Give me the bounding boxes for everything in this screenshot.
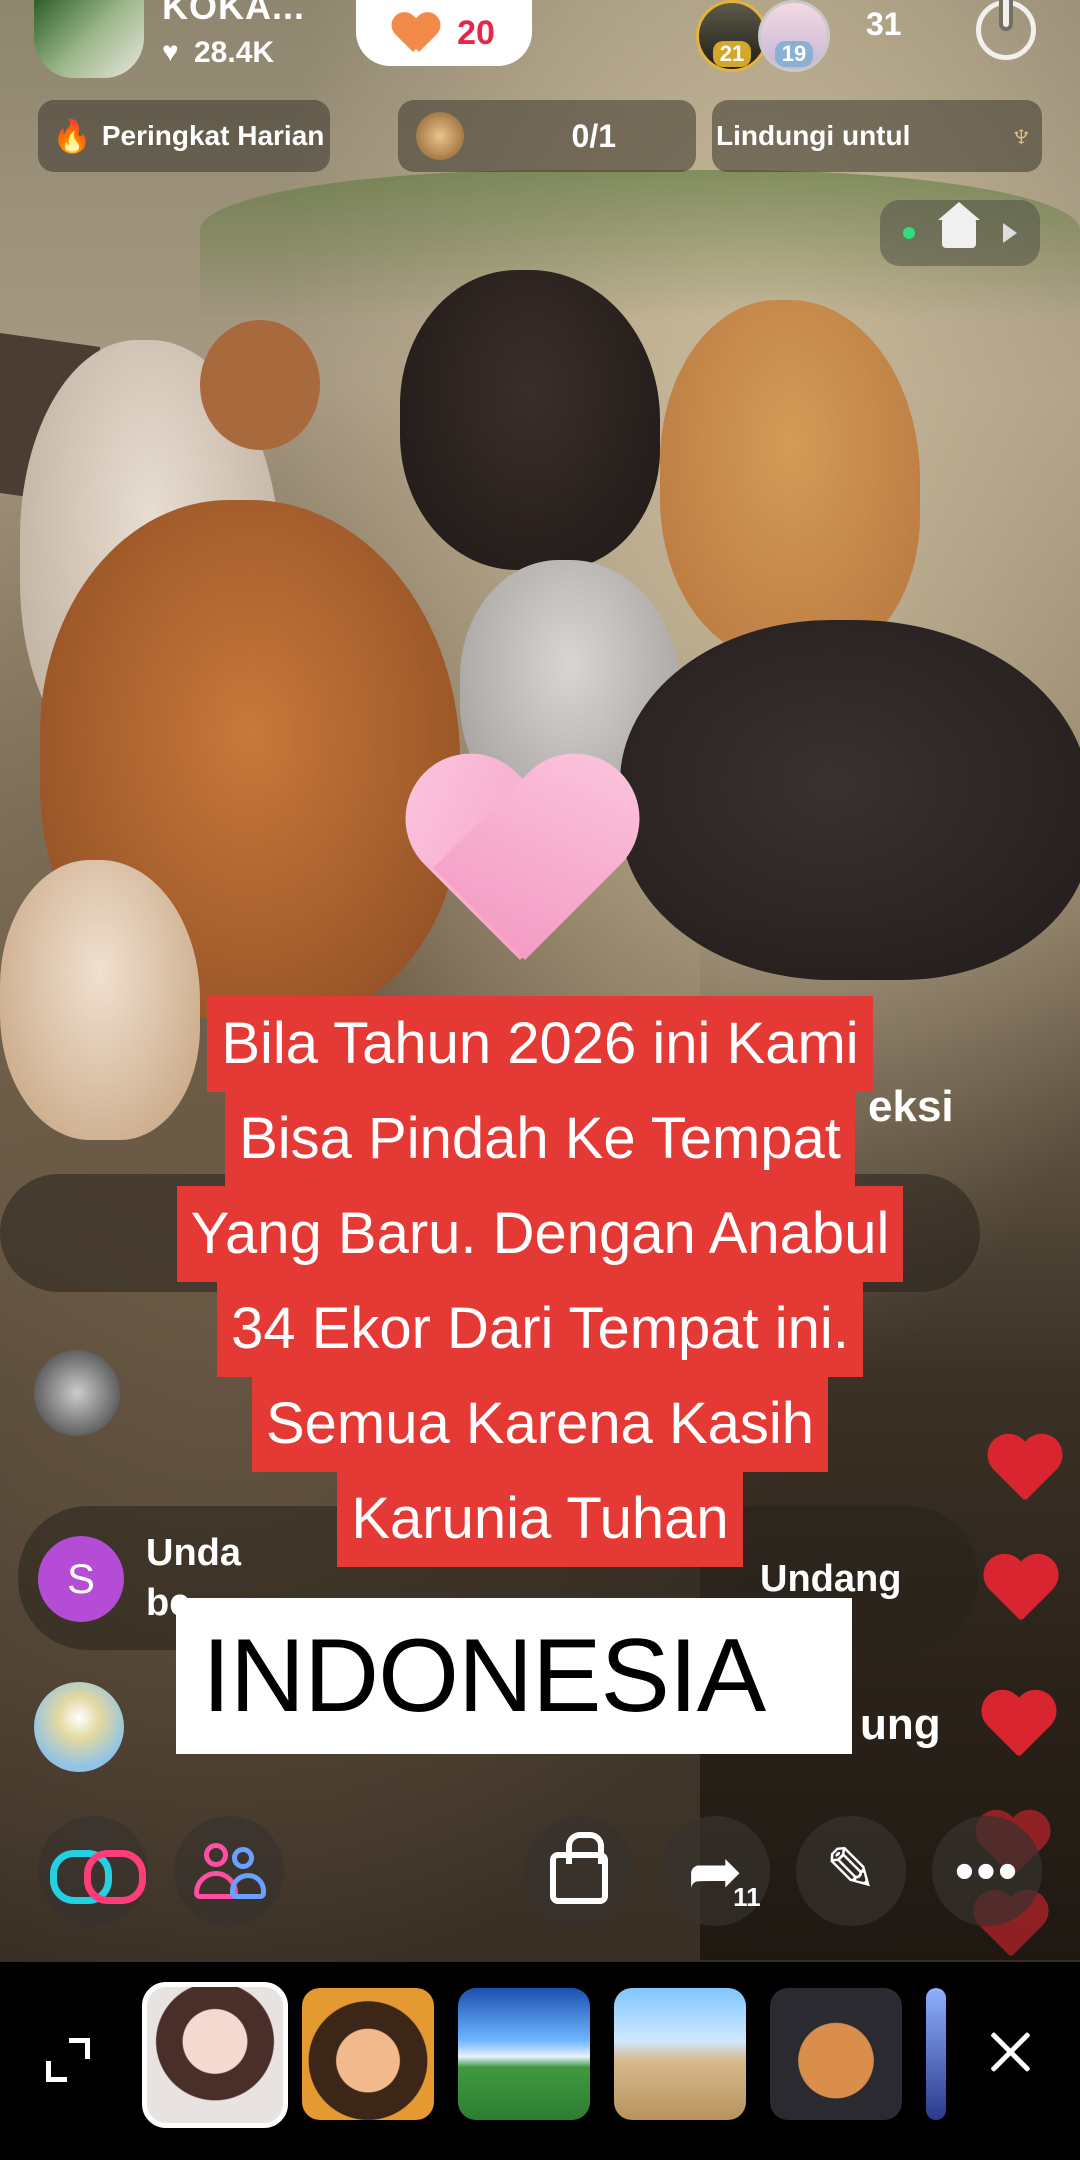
effect-thumbnail[interactable] <box>770 1988 902 2120</box>
floating-heart-icon <box>980 1556 1060 1626</box>
pink-heart-sticker <box>395 760 645 990</box>
live-dot-icon <box>903 227 916 239</box>
like-button[interactable]: 20 <box>356 0 532 66</box>
host-likes-count: 28.4K <box>194 36 275 69</box>
effects-button[interactable]: ✎ <box>796 1816 906 1926</box>
commenter-avatar[interactable] <box>34 1682 124 1772</box>
share-arrow-icon: ➦ 11 <box>687 1834 761 1912</box>
shopping-bag-icon <box>550 1832 608 1904</box>
link-icon <box>50 1846 146 1904</box>
like-count: 20 <box>457 13 495 52</box>
caption-line: Bila Tahun 2026 ini Kami <box>207 996 873 1092</box>
more-dots-icon: ••• <box>954 1839 1020 1902</box>
protect-chip[interactable]: Lindungi untul ♆ <box>712 100 1042 172</box>
dog-white-head <box>200 320 320 450</box>
viewer-count[interactable]: 31 <box>866 6 902 43</box>
comment-invite-text: ung <box>860 1700 941 1749</box>
floating-heart-icon <box>984 1436 1064 1506</box>
people-icon <box>194 1839 266 1903</box>
top-viewers[interactable]: 21 19 <box>696 0 830 72</box>
expand-icon[interactable] <box>46 2038 90 2082</box>
effect-thumbnail-partial[interactable] <box>926 1988 946 2120</box>
host-avatar[interactable] <box>34 0 144 78</box>
share-button[interactable]: ➦ 11 <box>660 1816 770 1926</box>
share-count: 11 <box>733 1882 761 1912</box>
cat-icon <box>416 112 464 160</box>
effect-thumbnail[interactable] <box>458 1988 590 2120</box>
country-label: INDONESIA <box>176 1598 852 1754</box>
close-icon[interactable] <box>988 2030 1032 2074</box>
house-icon <box>937 202 980 248</box>
effect-thumbnail[interactable] <box>302 1988 434 2120</box>
dog-black <box>400 270 660 570</box>
goal-chip[interactable]: 0/1 <box>398 100 696 172</box>
antler-icon: ♆ <box>1008 116 1035 155</box>
guests-button[interactable] <box>174 1816 284 1926</box>
caption-line: Bisa Pindah Ke Tempat <box>225 1091 855 1187</box>
dog-tan <box>660 300 920 660</box>
power-close-icon[interactable] <box>976 0 1036 60</box>
shop-button[interactable] <box>524 1816 634 1926</box>
effect-thumbnail-selected[interactable] <box>142 1982 288 2128</box>
caption-line: Karunia Tuhan <box>337 1471 743 1567</box>
caption-line: Yang Baru. Dengan Anabul <box>176 1186 904 1282</box>
host-name: KOKA... <box>162 0 306 27</box>
caption-line: Semua Karena Kasih <box>251 1376 829 1472</box>
goal-progress: 0/1 <box>571 117 616 154</box>
magic-wand-icon: ✎ <box>825 1836 877 1905</box>
protect-label: Lindungi untul <box>716 120 911 151</box>
caption-line: 34 Ekor Dari Tempat ini. <box>217 1281 863 1377</box>
floating-heart-icon <box>978 1692 1058 1762</box>
daily-ranking-chip[interactable]: 🔥 Peringkat Harian <box>38 100 330 172</box>
multi-guest-button[interactable] <box>38 1816 148 1926</box>
caption-overlay: Bila Tahun 2026 ini Kami Bisa Pindah Ke … <box>0 996 1080 1567</box>
orange-heart-icon <box>393 10 439 56</box>
viewer-level: 19 <box>775 41 813 67</box>
flame-icon: 🔥 <box>52 118 92 154</box>
host-info[interactable]: KOKA... ♥ 28.4K <box>34 0 304 78</box>
viewer-level: 21 <box>713 41 751 67</box>
heart-icon: ♥ <box>162 36 179 67</box>
effect-thumbnail[interactable] <box>614 1988 746 2120</box>
play-icon <box>1002 223 1017 243</box>
live-studio-pill[interactable] <box>880 200 1040 266</box>
daily-ranking-label: Peringkat Harian <box>101 120 325 151</box>
viewer-avatar[interactable]: 19 <box>758 0 830 72</box>
more-button[interactable]: ••• <box>932 1816 1042 1926</box>
